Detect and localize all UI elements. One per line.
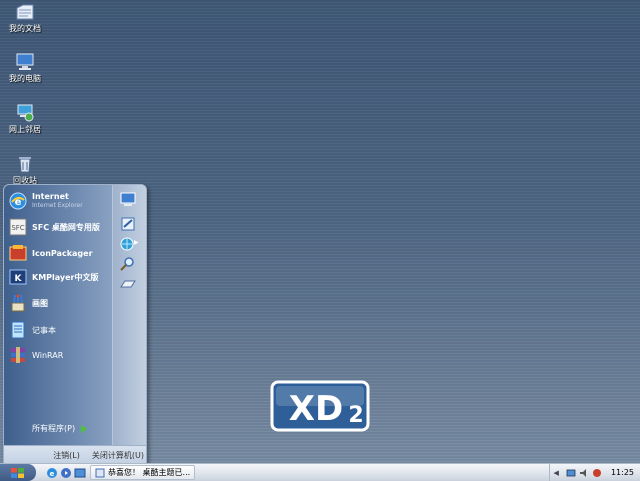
network-icon xyxy=(17,104,34,122)
kmplayer-icon: K xyxy=(9,269,27,285)
start-menu-footer: 注销(L) 关闭计算机(U) xyxy=(4,445,146,463)
desktop-icon-network[interactable]: 网上邻居 xyxy=(4,103,46,135)
taskbar: e 恭喜您！ 桌酷主题已... ◀ 11:25 xyxy=(0,463,640,481)
paint-icon xyxy=(11,294,25,312)
desktop-icon-recycle-bin[interactable]: 回收站 xyxy=(4,154,46,186)
tray-expand-icon[interactable]: ◀ xyxy=(554,469,559,477)
shutdown-button[interactable]: 关闭计算机(U) xyxy=(90,450,146,461)
menu-item-label: 画图 xyxy=(32,298,48,308)
network-tray-icon[interactable] xyxy=(566,468,576,478)
menu-item-internet[interactable]: e Internet Internet Explorer xyxy=(8,189,112,213)
clock[interactable]: 11:25 xyxy=(611,468,634,477)
system-tray: ◀ 11:25 xyxy=(548,464,640,481)
menu-item-label: KMPlayer中文版 xyxy=(32,272,99,282)
taskbar-window-button[interactable]: 恭喜您！ 桌酷主题已... xyxy=(90,465,196,480)
documents-icon xyxy=(16,4,34,20)
menu-item-label: WinRAR xyxy=(32,350,64,360)
ie-quicklaunch-icon[interactable]: e xyxy=(46,467,58,479)
sfc-icon: SFC xyxy=(9,218,27,236)
menu-item-label: Internet xyxy=(32,192,69,201)
all-programs-button[interactable]: 所有程序(P) xyxy=(32,423,88,434)
recycle-bin-icon xyxy=(19,157,31,173)
desktop-icon-label: 我的电脑 xyxy=(9,74,41,83)
svg-text:SFC: SFC xyxy=(11,224,24,232)
control-panel-icon[interactable] xyxy=(118,215,138,233)
app-tray-icon[interactable] xyxy=(592,468,602,478)
svg-text:e: e xyxy=(50,470,55,478)
menu-item-winrar[interactable]: WinRAR xyxy=(8,343,112,367)
menu-item-label: SFC 桌酷网专用版 xyxy=(32,222,100,232)
menu-item-sublabel: Internet Explorer xyxy=(32,202,83,209)
start-button[interactable] xyxy=(0,464,36,481)
ie-icon: e xyxy=(9,192,27,210)
logoff-button[interactable]: 注销(L) xyxy=(51,450,82,461)
windows-logo-icon xyxy=(11,467,24,478)
svg-text:K: K xyxy=(15,274,23,284)
notepad-icon xyxy=(11,321,25,339)
mediaplayer-quicklaunch-icon[interactable] xyxy=(60,467,72,479)
menu-item-sfc[interactable]: SFC SFC 桌酷网专用版 xyxy=(8,215,112,239)
monitor-icon[interactable] xyxy=(118,191,138,209)
desktop-icon-my-computer[interactable]: 我的电脑 xyxy=(4,52,46,84)
menu-item-paint[interactable]: 画图 xyxy=(8,291,112,315)
menu-item-label: IconPackager xyxy=(32,248,93,258)
desktop-icon-my-documents[interactable]: 我的文档 xyxy=(4,2,46,34)
menu-item-kmplayer[interactable]: K KMPlayer中文版 xyxy=(8,265,112,289)
menu-item-notepad[interactable]: 记事本 xyxy=(8,318,112,342)
taskbar-window-label: 恭喜您！ 桌酷主题已... xyxy=(108,468,191,477)
logo-subscript: 2 xyxy=(348,403,363,428)
computer-icon xyxy=(16,53,34,70)
run-icon[interactable] xyxy=(118,275,138,293)
logo-text: XD xyxy=(289,389,343,429)
svg-text:e: e xyxy=(15,197,22,208)
submenu-arrow-icon: ▶ xyxy=(134,239,139,246)
green-arrow-icon xyxy=(81,424,88,433)
menu-item-label: 记事本 xyxy=(32,325,56,335)
desktop-icon-label: 网上邻居 xyxy=(9,125,41,134)
show-desktop-icon[interactable] xyxy=(74,467,86,479)
all-programs-label: 所有程序(P) xyxy=(32,424,76,433)
desktop-icon-label: 我的文档 xyxy=(9,24,41,33)
volume-tray-icon[interactable] xyxy=(579,468,589,478)
xd2-logo: XD 2 xyxy=(270,380,370,432)
start-menu: e Internet Internet Explorer SFC SFC 桌酷网… xyxy=(3,184,147,464)
menu-item-iconpackager[interactable]: IconPackager xyxy=(8,241,112,265)
winrar-icon xyxy=(11,347,25,363)
window-icon xyxy=(95,468,105,477)
quick-launch: e xyxy=(46,467,86,479)
search-icon[interactable] xyxy=(118,255,138,273)
iconpackager-icon xyxy=(9,245,27,261)
